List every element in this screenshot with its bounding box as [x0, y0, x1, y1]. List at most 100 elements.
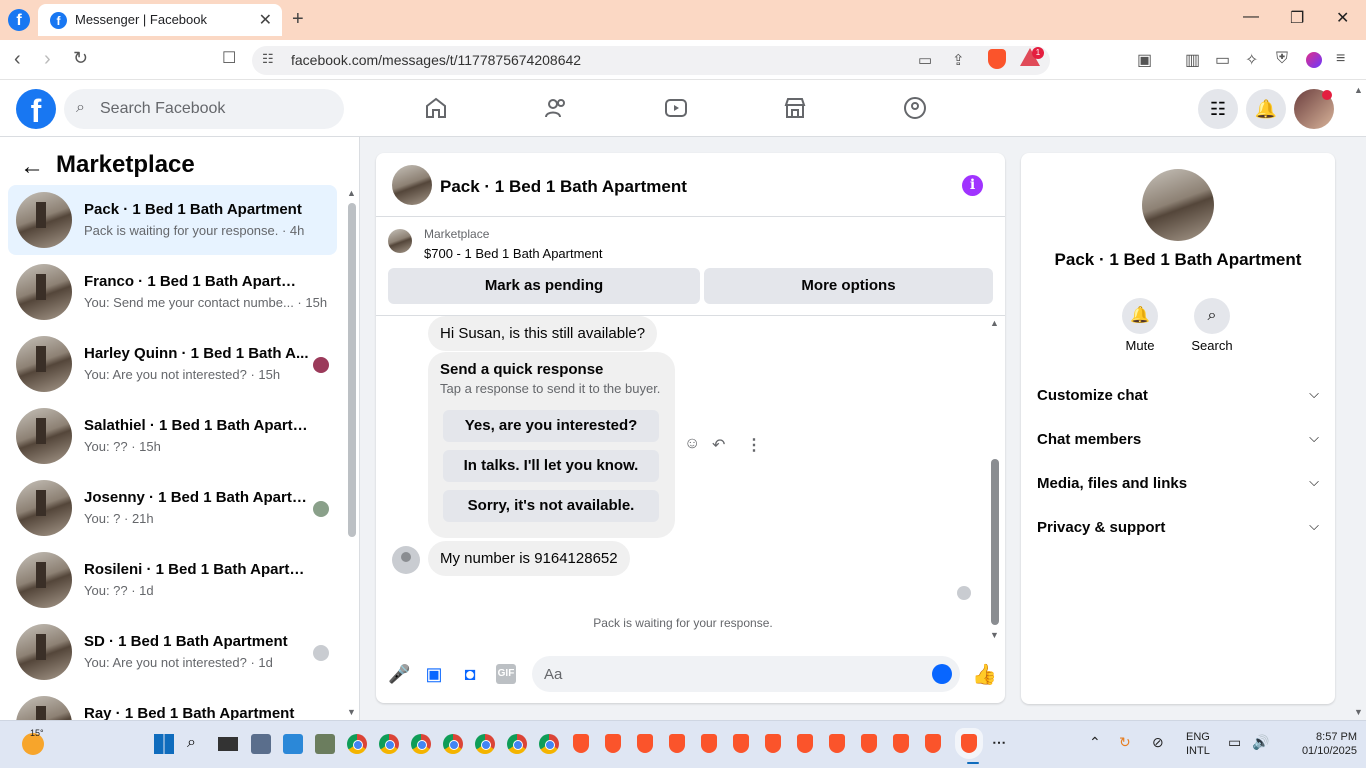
facebook-favicon-icon[interactable]: f	[8, 9, 30, 31]
sidebar-icon[interactable]: ▥	[1185, 50, 1200, 70]
profile-icon[interactable]	[1306, 52, 1322, 68]
more-apps-icon[interactable]: ⋯	[992, 734, 1006, 751]
chrome-icon[interactable]	[443, 734, 463, 754]
quick-response-option[interactable]: Sorry, it's not available.	[443, 490, 659, 522]
chrome-icon[interactable]	[347, 734, 367, 754]
groups-icon[interactable]	[903, 96, 927, 120]
facebook-logo-icon[interactable]: f	[16, 89, 56, 129]
section-media-files-links[interactable]: Media, files and links ⌵	[1037, 463, 1319, 503]
leo-ai-icon[interactable]: ✧	[1245, 50, 1258, 70]
brave-icon[interactable]	[605, 734, 621, 753]
menu-grid-icon[interactable]: ☷	[1198, 89, 1238, 129]
emoji-icon[interactable]	[932, 664, 952, 684]
url-field[interactable]: ☷ facebook.com/messages/t/11778756742086…	[252, 46, 1050, 75]
brave-icon-active[interactable]	[955, 728, 983, 759]
share-icon[interactable]: ⇪	[952, 51, 965, 69]
vpn-icon[interactable]: ⛨	[1276, 50, 1288, 68]
window-close-icon[interactable]: ✕	[1336, 8, 1349, 28]
reply-icon[interactable]: ↶	[712, 435, 725, 455]
photo-icon[interactable]: ▣	[424, 664, 444, 684]
mark-pending-button[interactable]: Mark as pending	[388, 268, 700, 304]
listing-price[interactable]: $700 - 1 Bed 1 Bath Apartment	[424, 246, 603, 261]
sticker-icon[interactable]: ◘	[460, 664, 480, 684]
section-chat-members[interactable]: Chat members ⌵	[1037, 419, 1319, 459]
minimize-icon[interactable]: —	[1243, 8, 1259, 26]
cast-icon[interactable]: ▭	[918, 51, 932, 69]
list-item[interactable]: SD · 1 Bed 1 Bath Apartment You: Are you…	[8, 617, 337, 687]
friends-icon[interactable]	[544, 96, 568, 120]
scroll-down-icon[interactable]: ▼	[347, 707, 356, 717]
list-item[interactable]: Harley Quinn · 1 Bed 1 Bath A... You: Ar…	[8, 329, 337, 399]
site-settings-icon[interactable]: ☷	[262, 51, 274, 67]
brave-icon[interactable]	[925, 734, 941, 753]
brave-icon[interactable]	[637, 734, 653, 753]
notifications-icon[interactable]: 🔔	[1246, 89, 1286, 129]
back-arrow-icon[interactable]: ←	[20, 153, 44, 181]
list-item[interactable]: Rosileni · 1 Bed 1 Bath Apartment You: ?…	[8, 545, 337, 615]
back-icon[interactable]: ‹	[14, 48, 21, 71]
sync-icon[interactable]: ↻	[1119, 734, 1131, 751]
forward-icon[interactable]: ›	[44, 48, 51, 71]
wallet-icon[interactable]: ▭	[1215, 50, 1230, 70]
tray-overflow-icon[interactable]: ⌃	[1089, 734, 1101, 751]
brave-icon[interactable]	[797, 734, 813, 753]
brave-icon[interactable]	[829, 734, 845, 753]
start-icon[interactable]	[154, 734, 174, 754]
list-item[interactable]: Pack · 1 Bed 1 Bath Apartment Pack is wa…	[8, 185, 337, 255]
list-scrollbar[interactable]	[348, 203, 356, 537]
watch-icon[interactable]	[664, 96, 688, 120]
contact-avatar[interactable]	[1142, 169, 1214, 241]
reader-icon[interactable]: ▣	[1137, 50, 1152, 70]
task-view-icon[interactable]	[218, 737, 238, 751]
scroll-up-icon[interactable]: ▲	[990, 318, 999, 328]
brave-icon[interactable]	[573, 734, 589, 753]
message-input[interactable]	[544, 664, 914, 684]
chrome-icon[interactable]	[507, 734, 527, 754]
info-icon[interactable]: i	[962, 175, 983, 196]
browser-tab-messenger[interactable]: f Messenger | Facebook ✕	[38, 4, 282, 36]
facebook-search[interactable]: ⌕	[64, 89, 344, 129]
more-icon[interactable]: ⋮	[746, 435, 762, 455]
chat-avatar[interactable]	[392, 165, 432, 205]
chat-title[interactable]: Pack · 1 Bed 1 Bath Apartment	[440, 177, 687, 197]
thumbs-up-icon[interactable]: 👍	[972, 662, 997, 687]
scroll-up-icon[interactable]: ▲	[347, 188, 356, 198]
menu-icon[interactable]: ≡	[1336, 50, 1345, 68]
page-scroll-down-icon[interactable]: ▼	[1354, 707, 1363, 717]
search-icon[interactable]: ⌕	[187, 734, 207, 754]
section-customize-chat[interactable]: Customize chat ⌵	[1037, 375, 1319, 415]
tab-close-icon[interactable]: ✕	[259, 10, 272, 30]
list-item[interactable]: Franco · 1 Bed 1 Bath Apartment You: Sen…	[8, 257, 337, 327]
chrome-icon[interactable]	[539, 734, 559, 754]
brave-icon[interactable]	[893, 734, 909, 753]
brave-icon[interactable]	[861, 734, 877, 753]
chrome-icon[interactable]	[411, 734, 431, 754]
section-privacy-support[interactable]: Privacy & support ⌵	[1037, 507, 1319, 547]
bookmark-icon[interactable]: ☐	[222, 48, 236, 68]
page-scroll-up-icon[interactable]: ▲	[1354, 85, 1363, 95]
mute-button[interactable]: 🔔 Mute	[1110, 298, 1170, 353]
gif-icon[interactable]: GIF	[496, 664, 516, 684]
marketplace-icon[interactable]	[783, 96, 807, 120]
calculator-icon[interactable]	[251, 734, 271, 754]
reload-icon[interactable]: ↻	[73, 48, 88, 69]
more-options-button[interactable]: More options	[704, 268, 993, 304]
list-item[interactable]: Salathiel · 1 Bed 1 Bath Apartment You: …	[8, 401, 337, 471]
network-off-icon[interactable]: ⊘	[1152, 734, 1164, 751]
brave-shields-icon[interactable]	[988, 49, 1006, 69]
chrome-icon[interactable]	[475, 734, 495, 754]
react-icon[interactable]: ☺	[684, 435, 700, 453]
list-item[interactable]: Josenny · 1 Bed 1 Bath Apartm... You: ? …	[8, 473, 337, 543]
clock[interactable]: 8:57 PM 01/10/2025	[1301, 730, 1357, 758]
quick-response-option[interactable]: Yes, are you interested?	[443, 410, 659, 442]
new-tab-icon[interactable]: +	[292, 8, 304, 31]
search-button[interactable]: ⌕ Search	[1182, 298, 1242, 353]
microphone-icon[interactable]: 🎤	[388, 664, 410, 684]
maximize-icon[interactable]: ❐	[1290, 8, 1304, 28]
display-icon[interactable]: ▭	[1228, 734, 1241, 751]
brave-icon[interactable]	[733, 734, 749, 753]
notes-icon[interactable]	[283, 734, 303, 754]
quick-response-option[interactable]: In talks. I'll let you know.	[443, 450, 659, 482]
list-item[interactable]: Ray · 1 Bed 1 Bath Apartment	[8, 689, 337, 720]
brave-icon[interactable]	[701, 734, 717, 753]
